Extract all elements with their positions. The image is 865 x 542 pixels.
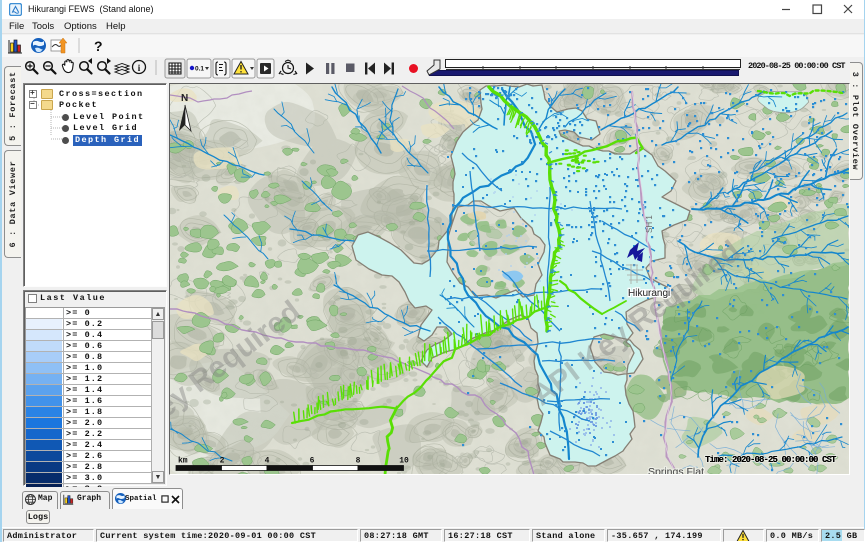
svg-text:2: 2	[220, 457, 225, 466]
svg-text:SH 1: SH 1	[645, 215, 654, 233]
svg-text:Springs Flat: Springs Flat	[648, 466, 704, 475]
svg-text:Hikurangi: Hikurangi	[628, 288, 670, 299]
svg-text:0.1: 0.1	[195, 66, 204, 73]
svg-text:N: N	[181, 93, 188, 104]
svg-text:4: 4	[265, 457, 270, 466]
svg-text:Time: 2020-08-25 00:00:00 CST: Time: 2020-08-25 00:00:00 CST	[705, 455, 837, 465]
svg-text:10: 10	[399, 457, 409, 466]
svg-text:?: ?	[94, 38, 103, 54]
svg-text:8: 8	[356, 457, 361, 466]
svg-text:km: km	[178, 457, 188, 466]
svg-text:i: i	[138, 63, 141, 73]
svg-text:6: 6	[310, 457, 315, 466]
